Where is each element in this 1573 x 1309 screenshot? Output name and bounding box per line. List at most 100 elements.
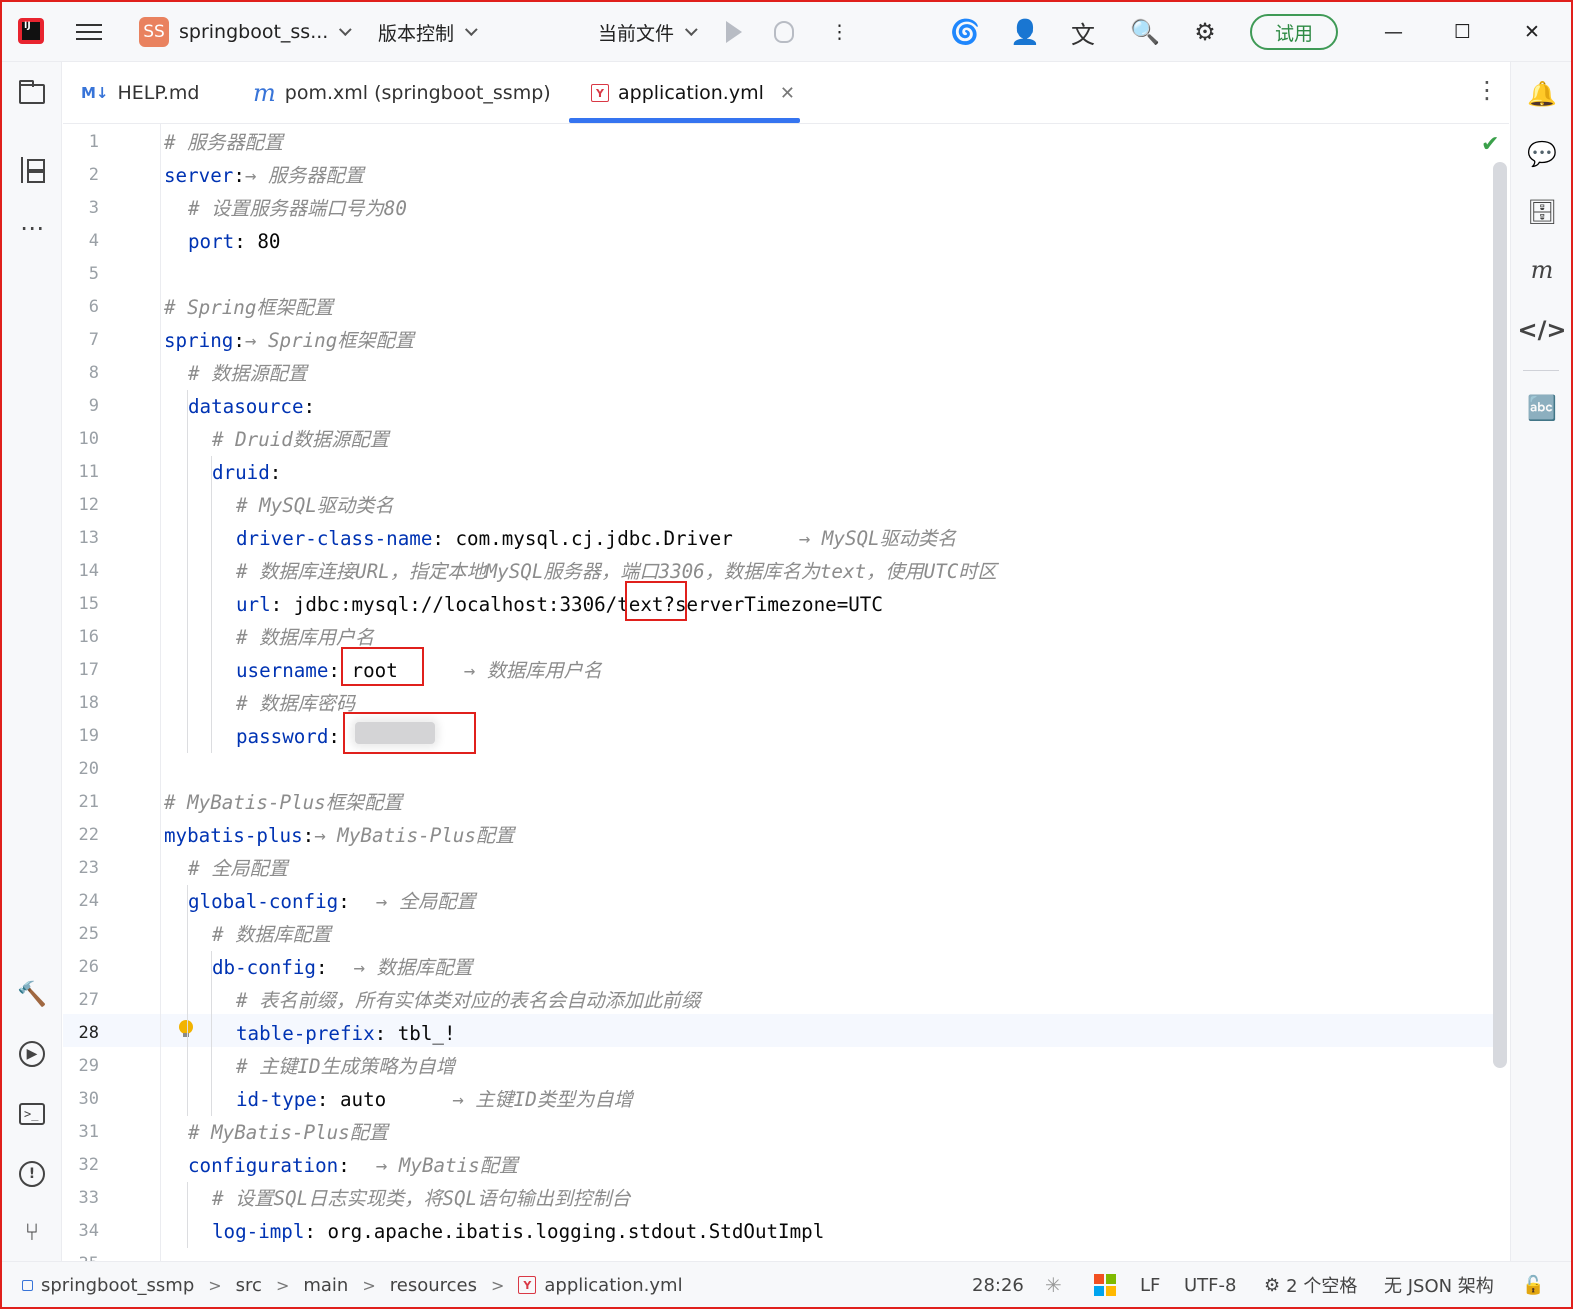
line-number[interactable]: 28 <box>63 1017 99 1050</box>
run-config-selector[interactable]: 当前文件 <box>598 2 698 62</box>
line-number[interactable]: 15 <box>63 588 99 621</box>
ai-assistant-button[interactable]: 🌀 <box>950 2 980 62</box>
code-line[interactable]: druid: <box>212 456 281 489</box>
code-line[interactable]: # 数据库配置 <box>212 918 331 951</box>
line-number[interactable]: 33 <box>63 1182 99 1215</box>
build-tool-button[interactable]: 🔨 <box>16 978 48 1010</box>
line-number[interactable]: 2 <box>63 159 99 192</box>
code-line[interactable]: # Spring框架配置 <box>164 291 333 324</box>
code-line[interactable]: # MyBatis-Plus配置 <box>188 1116 388 1149</box>
git-tool-button[interactable]: ⑂ <box>16 1216 48 1248</box>
code-line[interactable]: password: <box>236 720 340 753</box>
line-number[interactable]: 22 <box>63 819 99 852</box>
trial-button[interactable]: 试用 <box>1250 2 1338 62</box>
ai-chat-button[interactable]: 💬 <box>1526 138 1558 170</box>
line-number[interactable]: 18 <box>63 687 99 720</box>
code-line[interactable]: global-config: → 全局配置 <box>188 885 476 918</box>
notifications-button[interactable]: 🔔 <box>1526 78 1558 110</box>
line-number[interactable]: 31 <box>63 1116 99 1149</box>
line-number[interactable]: 19 <box>63 720 99 753</box>
tab-pom-xml[interactable]: m pom.xml (springboot_ssmp) <box>253 62 551 124</box>
code-line[interactable]: driver-class-name: com.mysql.cj.jdbc.Dri… <box>236 522 956 555</box>
translate-button[interactable]: 文 <box>1068 2 1098 62</box>
maven-button[interactable]: m <box>1526 254 1558 286</box>
line-number[interactable]: 3 <box>63 192 99 225</box>
code-line[interactable]: # MySQL驱动类名 <box>236 489 394 522</box>
line-number[interactable]: 10 <box>63 423 99 456</box>
settings-button[interactable]: ⚙ <box>1190 2 1220 62</box>
code-line[interactable]: mybatis-plus:→ MyBatis-Plus配置 <box>164 819 514 852</box>
line-number[interactable]: 34 <box>63 1215 99 1248</box>
line-number[interactable]: 29 <box>63 1050 99 1083</box>
code-line[interactable]: # 服务器配置 <box>164 126 283 159</box>
more-actions-button[interactable]: ⋮ <box>830 2 849 62</box>
line-number[interactable]: 9 <box>63 390 99 423</box>
code-line[interactable]: db-config: → 数据库配置 <box>212 951 473 984</box>
code-line[interactable]: # 数据库连接URL，指定本地MySQL服务器，端口3306，数据库名为text… <box>236 555 997 588</box>
json-schema-selector[interactable]: 无 JSON 架构 <box>1384 1262 1494 1307</box>
line-number[interactable]: 30 <box>63 1083 99 1116</box>
endpoints-button[interactable]: </> <box>1518 314 1567 346</box>
code-line[interactable]: # 主键ID生成策略为自增 <box>236 1050 455 1083</box>
code-line[interactable]: url: jdbc:mysql://localhost:3306/text?se… <box>236 588 883 621</box>
structure-tool-button[interactable] <box>16 154 48 186</box>
translation-panel-button[interactable]: 🔤 <box>1526 392 1558 424</box>
search-button[interactable]: 🔍 <box>1130 2 1160 62</box>
debug-button[interactable] <box>774 2 794 62</box>
encoding-selector[interactable]: UTF-8 <box>1184 1262 1236 1307</box>
read-only-toggle[interactable]: 🔓 <box>1522 1262 1544 1307</box>
line-ending-selector[interactable]: LF <box>1140 1262 1160 1307</box>
line-number[interactable]: 13 <box>63 522 99 555</box>
code-line[interactable]: configuration: → MyBatis配置 <box>188 1149 518 1182</box>
line-number[interactable]: 26 <box>63 951 99 984</box>
breadcrumb-item[interactable]: springboot_ssmp <box>41 1275 194 1296</box>
tabs-more-button[interactable]: ⋮ <box>1475 76 1499 104</box>
line-number[interactable]: 25 <box>63 918 99 951</box>
vcs-menu[interactable]: 版本控制 <box>378 2 478 62</box>
tab-application-yml[interactable]: Y application.yml ✕ <box>591 62 795 124</box>
minimize-button[interactable]: — <box>1384 2 1403 62</box>
code-line[interactable]: spring:→ Spring框架配置 <box>164 324 414 357</box>
close-tab-icon[interactable]: ✕ <box>780 83 795 104</box>
line-number[interactable]: 16 <box>63 621 99 654</box>
line-number[interactable]: 8 <box>63 357 99 390</box>
line-number[interactable]: 6 <box>63 291 99 324</box>
code-line[interactable]: # 全局配置 <box>188 852 288 885</box>
terminal-tool-button[interactable]: >_ <box>16 1098 48 1130</box>
line-number[interactable]: 11 <box>63 456 99 489</box>
line-number[interactable]: 4 <box>63 225 99 258</box>
vertical-scrollbar[interactable] <box>1493 162 1507 1068</box>
line-number[interactable]: 7 <box>63 324 99 357</box>
tab-help-md[interactable]: M↓ HELP.md <box>81 62 199 124</box>
line-number[interactable]: 12 <box>63 489 99 522</box>
breadcrumb-item[interactable]: src <box>236 1275 262 1296</box>
line-number[interactable]: 17 <box>63 654 99 687</box>
code-line[interactable]: # MyBatis-Plus框架配置 <box>164 786 402 819</box>
code-line[interactable]: # 设置SQL日志实现类，将SQL语句输出到控制台 <box>212 1182 631 1215</box>
main-menu-button[interactable] <box>76 2 104 62</box>
database-button[interactable]: 🗄 <box>1526 196 1558 228</box>
run-button[interactable] <box>726 2 742 62</box>
line-number[interactable]: 1 <box>63 126 99 159</box>
breadcrumb-item[interactable]: application.yml <box>544 1275 682 1296</box>
breadcrumb-item[interactable]: main <box>303 1275 348 1296</box>
code-line[interactable]: # 设置服务器端口号为80 <box>188 192 407 225</box>
code-editor[interactable]: ✔ 1 # 服务器配置 2 server:→ 服务器配置 3 # 设置服务器端口号为80 4… <box>63 124 1509 1261</box>
code-line[interactable]: log-impl: org.apache.ibatis.logging.stdo… <box>212 1215 824 1248</box>
problems-tool-button[interactable]: ! <box>16 1158 48 1190</box>
code-line[interactable]: # 表名前缀，所有实体类对应的表名会自动添加此前缀 <box>236 984 700 1017</box>
line-number[interactable]: 24 <box>63 885 99 918</box>
line-number[interactable]: 21 <box>63 786 99 819</box>
code-line[interactable]: # 数据库密码 <box>236 687 355 720</box>
lightbulb-icon[interactable] <box>179 1020 193 1038</box>
code-line[interactable]: datasource: <box>188 390 315 423</box>
more-tools-button[interactable]: ⋯ <box>16 212 48 244</box>
code-with-me-button[interactable]: 👤 <box>1010 2 1040 62</box>
indent-selector[interactable]: ⚙ 2 个空格 <box>1264 1262 1357 1307</box>
line-number[interactable]: 32 <box>63 1149 99 1182</box>
code-line[interactable]: server:→ 服务器配置 <box>164 159 364 192</box>
line-number[interactable]: 20 <box>63 753 99 786</box>
line-number[interactable]: 14 <box>63 555 99 588</box>
code-line[interactable]: # 数据源配置 <box>188 357 307 390</box>
code-line[interactable]: table-prefix: tbl_! <box>236 1017 456 1050</box>
